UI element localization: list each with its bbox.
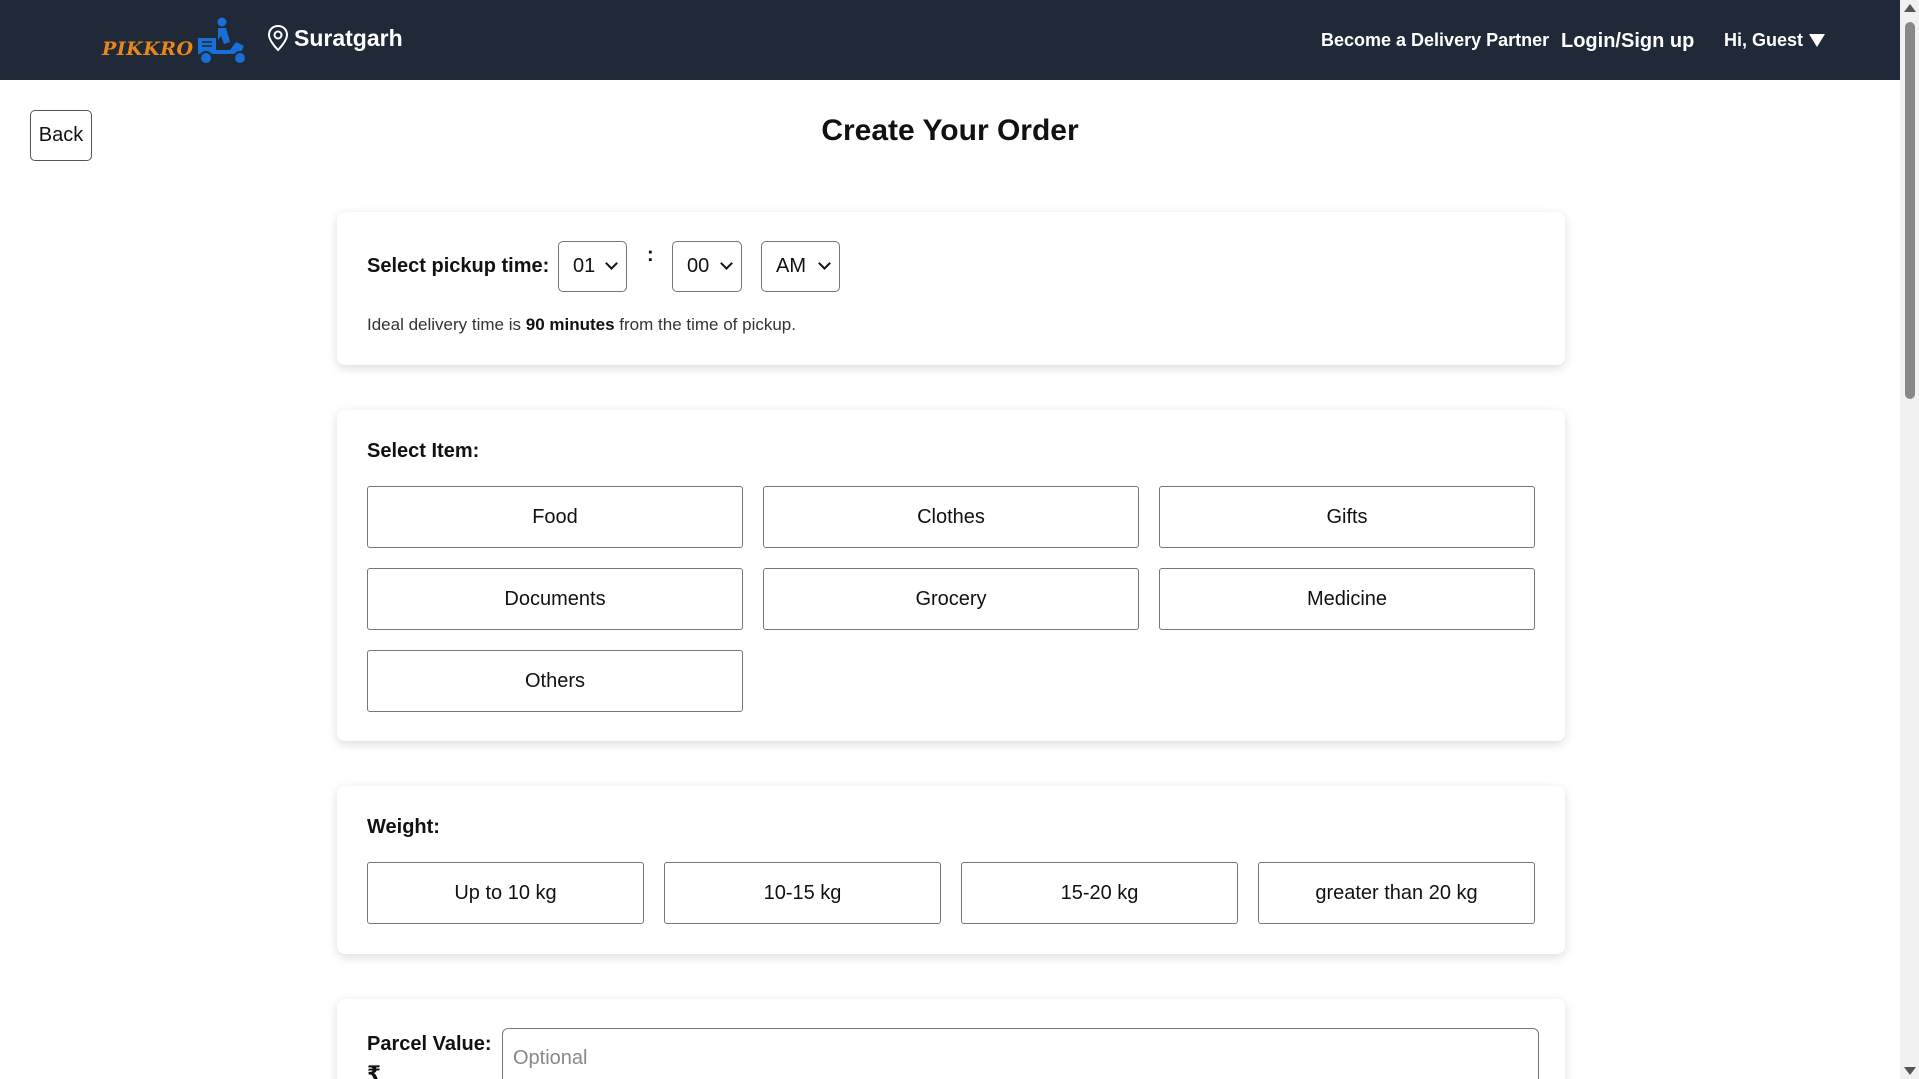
item-option-gifts[interactable]: Gifts	[1159, 486, 1535, 548]
chevron-down-icon	[605, 257, 618, 270]
page-title: Create Your Order	[821, 114, 1079, 147]
hour-select[interactable]: 01	[558, 241, 627, 292]
weight-option-10-15[interactable]: 10-15 kg	[664, 862, 941, 924]
scrollbar-thumb[interactable]	[1905, 22, 1915, 399]
location-selector[interactable]: Suratgarh	[266, 24, 403, 52]
weight-option-up-to-10[interactable]: Up to 10 kg	[367, 862, 644, 924]
rupee-icon: ₹	[367, 1063, 381, 1079]
delivery-time-note: Ideal delivery time is 90 minutes from t…	[367, 315, 796, 334]
parcel-value-input[interactable]	[502, 1028, 1539, 1079]
caret-down-icon	[1809, 34, 1826, 47]
map-pin-icon	[267, 24, 289, 52]
select-item-label: Select Item:	[367, 440, 480, 462]
item-option-grocery[interactable]: Grocery	[763, 568, 1139, 630]
time-separator: :	[647, 244, 654, 266]
location-name: Suratgarh	[294, 24, 403, 51]
user-greeting: Hi, Guest	[1724, 30, 1804, 50]
become-partner-link[interactable]: Become a Delivery Partner	[1321, 30, 1549, 51]
select-item-card: Select Item: Food Clothes Gifts Document…	[337, 410, 1565, 741]
am-pm-select[interactable]: AM	[761, 241, 840, 292]
delivery-time-highlight: 90 minutes	[525, 315, 615, 334]
pickup-time-label: Select pickup time:	[367, 255, 550, 277]
weight-label: Weight:	[367, 816, 440, 838]
weight-card: Weight: Up to 10 kg 10-15 kg 15-20 kg gr…	[337, 786, 1565, 954]
item-option-others[interactable]: Others	[367, 650, 743, 712]
chevron-down-icon	[818, 257, 831, 270]
weight-option-15-20[interactable]: 15-20 kg	[961, 862, 1238, 924]
weight-option-over-20[interactable]: greater than 20 kg	[1258, 862, 1535, 924]
delivery-scooter-icon	[197, 17, 247, 65]
hour-value: 01	[573, 255, 596, 277]
brand-logo[interactable]: PIKKRO	[102, 14, 250, 66]
item-option-documents[interactable]: Documents	[367, 568, 743, 630]
user-menu[interactable]: Hi, Guest	[1724, 30, 1826, 51]
minute-select[interactable]: 00	[672, 241, 742, 292]
page-scrollbar[interactable]	[1900, 0, 1919, 1079]
top-navbar: PIKKRO Suratgarh Become a Delivery Partn…	[0, 0, 1900, 80]
chevron-down-icon	[720, 257, 733, 270]
login-signup-link[interactable]: Login/Sign up	[1561, 30, 1694, 53]
pickup-time-card: Select pickup time: 01 : 00 AM Ideal del…	[337, 212, 1565, 365]
minute-value: 00	[687, 255, 710, 277]
item-option-medicine[interactable]: Medicine	[1159, 568, 1535, 630]
scroll-down-arrow-icon[interactable]	[1904, 1067, 1916, 1075]
brand-name: PIKKRO	[102, 38, 194, 60]
scroll-up-arrow-icon[interactable]	[1904, 4, 1916, 12]
parcel-value-label: Parcel Value: ₹	[367, 1029, 492, 1079]
item-option-clothes[interactable]: Clothes	[763, 486, 1139, 548]
period-value: AM	[776, 255, 806, 277]
parcel-value-card: Parcel Value: ₹	[337, 999, 1565, 1079]
item-option-food[interactable]: Food	[367, 486, 743, 548]
